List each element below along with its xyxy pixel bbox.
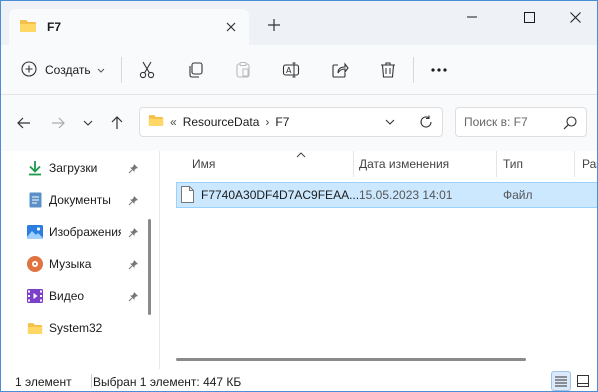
sidebar-item-system32[interactable]: System32 (27, 313, 147, 343)
plus-circle-icon (21, 60, 37, 80)
sidebar-item-label: Изображения (49, 225, 121, 239)
address-bar[interactable]: « ResourceData › F7 (139, 107, 443, 137)
status-item-count: 1 элемент (15, 375, 72, 389)
pin-icon[interactable] (127, 290, 139, 302)
navigation-bar: « ResourceData › F7 (1, 95, 597, 151)
pictures-icon (27, 224, 43, 240)
sidebar-scrollbar-thumb[interactable] (148, 219, 151, 315)
folder-icon (19, 19, 37, 36)
column-divider[interactable] (353, 151, 354, 177)
cut-icon[interactable] (134, 57, 160, 83)
column-header-name[interactable]: Имя (192, 151, 352, 177)
address-dropdown-icon[interactable] (382, 114, 398, 130)
search-box[interactable] (455, 107, 587, 137)
back-arrow-icon[interactable] (13, 112, 35, 134)
recent-locations-chevron-icon[interactable] (77, 112, 99, 134)
sidebar-item-label: Загрузки (49, 161, 98, 175)
breadcrumb-separator: › (265, 115, 270, 129)
svg-text:A: A (286, 66, 292, 75)
search-input[interactable] (464, 115, 560, 129)
sidebar-item-label: Музыка (49, 257, 92, 271)
folder-icon (148, 114, 164, 130)
sidebar-item-videos[interactable]: Видео (27, 281, 147, 311)
sidebar-item-pictures[interactable]: Изображения (27, 217, 147, 247)
up-arrow-icon[interactable] (106, 112, 128, 134)
file-icon (181, 186, 195, 204)
column-header-size[interactable]: Раз (582, 151, 597, 177)
copy-icon[interactable] (183, 57, 209, 83)
sidebar-item-label: Видео (49, 289, 85, 303)
details-view-icon[interactable] (551, 371, 571, 391)
search-icon[interactable] (562, 115, 578, 131)
column-header-type[interactable]: Тип (503, 151, 573, 177)
command-separator (121, 57, 122, 83)
pin-icon[interactable] (127, 162, 139, 174)
tab-f7[interactable]: F7 (9, 9, 249, 45)
file-type: Файл (503, 188, 533, 202)
more-icon[interactable] (426, 57, 452, 83)
maximize-icon[interactable] (514, 5, 544, 29)
minimize-icon[interactable] (457, 5, 487, 29)
create-button[interactable]: Создать (15, 57, 111, 83)
sidebar-item-music[interactable]: Музыка (27, 249, 147, 279)
column-divider[interactable] (496, 151, 497, 177)
sort-ascending-icon (296, 147, 306, 158)
sidebar-item-documents[interactable]: Документы (27, 185, 147, 215)
music-icon (27, 256, 43, 272)
refresh-icon[interactable] (418, 114, 434, 130)
file-name: F7740A30DF4D7AC9FEAA... (201, 188, 360, 202)
column-header-label: Тип (503, 157, 524, 171)
sidebar-item-label: Документы (49, 193, 111, 207)
downloads-icon (27, 160, 43, 176)
sidebar-item-downloads[interactable]: Загрузки (27, 153, 147, 183)
file-list: Имя Дата изменения Тип Раз F7740A30DF4D7… (160, 151, 597, 369)
tab-title: F7 (47, 20, 62, 34)
status-selection: Выбран 1 элемент: 447 КБ (93, 375, 242, 389)
command-separator (413, 57, 414, 83)
videos-icon (27, 288, 43, 304)
create-label: Создать (45, 63, 91, 77)
table-row[interactable]: F7740A30DF4D7AC9FEAA... 15.05.2023 14:01… (176, 182, 597, 208)
close-tab-icon[interactable] (223, 19, 239, 35)
status-separator (91, 374, 92, 388)
delete-icon[interactable] (375, 57, 401, 83)
file-date: 15.05.2023 14:01 (359, 188, 453, 202)
close-window-icon[interactable] (560, 5, 590, 29)
breadcrumb-resourcedata[interactable]: ResourceData (183, 115, 260, 129)
horizontal-scrollbar-thumb[interactable] (176, 358, 526, 361)
column-header-label: Дата изменения (359, 157, 450, 171)
column-header-label: Имя (192, 157, 216, 171)
documents-icon (27, 192, 43, 208)
chevron-down-icon (97, 63, 105, 77)
paste-icon[interactable] (230, 57, 256, 83)
column-divider[interactable] (574, 151, 575, 177)
column-header-date[interactable]: Дата изменения (359, 151, 495, 177)
column-header-label: Раз (582, 157, 597, 171)
tiles-view-icon[interactable] (573, 371, 593, 391)
new-tab-icon[interactable] (265, 16, 283, 34)
explorer-window: F7 Создать A « ResourceData › F7 Поиск в… (0, 0, 598, 392)
breadcrumb-overflow[interactable]: « (170, 115, 177, 129)
share-icon[interactable] (327, 57, 353, 83)
pin-icon[interactable] (127, 194, 139, 206)
folder-icon (27, 320, 43, 336)
pin-icon[interactable] (127, 258, 139, 270)
title-bar: F7 (1, 1, 597, 45)
sidebar-item-label: System32 (49, 321, 103, 335)
rename-icon[interactable]: A (278, 57, 304, 83)
pin-icon[interactable] (127, 226, 139, 238)
navigation-pane: Загрузки Документы Изображения Музыка Ви… (1, 151, 159, 369)
status-bar: 1 элемент Выбран 1 элемент: 447 КБ (1, 369, 597, 391)
breadcrumb-f7[interactable]: F7 (275, 115, 289, 129)
forward-arrow-icon[interactable] (47, 112, 69, 134)
command-bar: Создать A (1, 45, 597, 95)
